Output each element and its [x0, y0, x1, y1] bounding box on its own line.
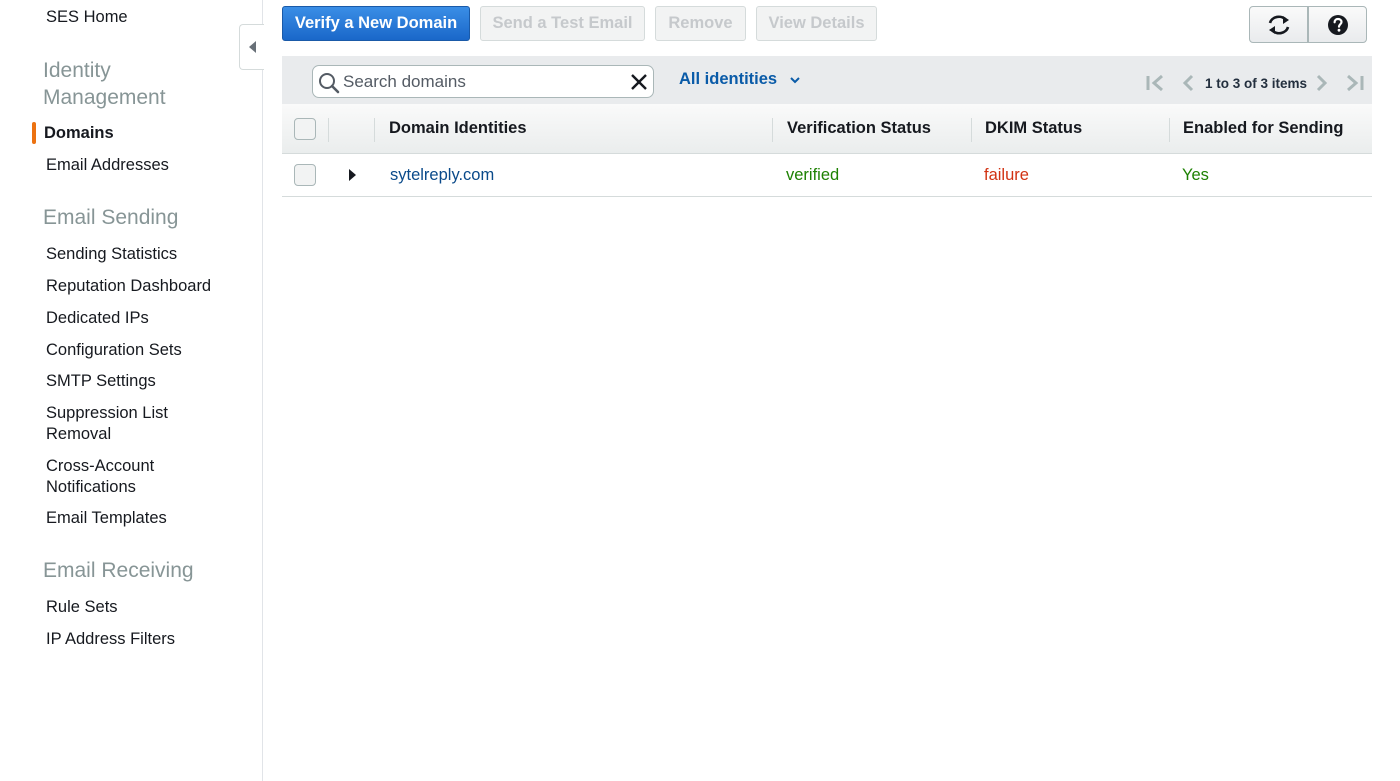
send-test-email-button[interactable]: Send a Test Email — [480, 6, 645, 41]
sidebar-section-title-line: Identity — [43, 59, 111, 82]
sidebar-item-label-line: Removal — [46, 425, 112, 443]
pagination-text: 1 to 3 of 3 items — [1205, 76, 1308, 91]
verify-domain-button[interactable]: Verify a New Domain — [282, 6, 470, 41]
column-divider — [1169, 118, 1170, 142]
sidebar-item-sending-statistics[interactable]: Sending Statistics — [46, 244, 177, 265]
sidebar-item-ses-home[interactable]: SES Home — [46, 7, 128, 28]
column-divider — [374, 118, 375, 142]
remove-button[interactable]: Remove — [655, 6, 746, 41]
refresh-button[interactable] — [1249, 6, 1308, 43]
column-header-verification-status[interactable]: Verification Status — [787, 119, 931, 138]
last-page-icon[interactable] — [1345, 74, 1365, 92]
chevron-left-icon — [248, 41, 256, 53]
column-header-domain-identities[interactable]: Domain Identities — [389, 119, 527, 138]
active-indicator — [32, 122, 36, 144]
filter-bar: All identities 1 to 3 of 3 items — [282, 56, 1372, 104]
column-divider — [971, 118, 972, 142]
sidebar-section-identity-management: Identity Management — [43, 57, 166, 111]
sidebar-section-title-line: Management — [43, 86, 166, 109]
column-header-dkim-status[interactable]: DKIM Status — [985, 119, 1082, 138]
sidebar-item-configuration-sets[interactable]: Configuration Sets — [46, 340, 182, 361]
sidebar-item-suppression-list-removal[interactable]: Suppression List Removal — [46, 403, 168, 445]
identity-filter-dropdown[interactable]: All identities — [679, 70, 801, 89]
sidebar-item-label-line: Notifications — [46, 478, 136, 496]
view-details-button[interactable]: View Details — [756, 6, 877, 41]
sidebar-item-email-addresses[interactable]: Email Addresses — [46, 155, 169, 176]
table-header: Domain Identities Verification Status DK… — [282, 104, 1372, 154]
column-header-enabled-for-sending[interactable]: Enabled for Sending — [1183, 119, 1343, 138]
column-divider — [772, 118, 773, 142]
row-checkbox[interactable] — [294, 164, 316, 186]
sidebar-section-email-sending: Email Sending — [43, 206, 179, 229]
sidebar-item-ip-address-filters[interactable]: IP Address Filters — [46, 629, 175, 650]
chevron-down-icon — [790, 76, 800, 83]
expand-row-icon[interactable] — [349, 169, 356, 181]
dkim-status: failure — [984, 166, 1029, 184]
help-icon — [1327, 14, 1348, 35]
sidebar-item-label-line: Suppression List — [46, 404, 168, 422]
domain-link[interactable]: sytelreply.com — [390, 166, 494, 185]
sidebar-item-cross-account-notifications[interactable]: Cross-Account Notifications — [46, 456, 154, 498]
refresh-icon — [1268, 14, 1289, 35]
sidebar: SES Home Identity Management Domains Ema… — [0, 0, 263, 781]
sidebar-item-reputation-dashboard[interactable]: Reputation Dashboard — [46, 276, 211, 297]
search-icon — [319, 73, 340, 94]
column-divider — [328, 118, 329, 142]
identity-filter-label: All identities — [679, 70, 778, 88]
enabled-for-sending: Yes — [1182, 166, 1209, 184]
sidebar-item-label-line: Cross-Account — [46, 457, 155, 475]
search-box — [312, 65, 654, 98]
sidebar-item-smtp-settings[interactable]: SMTP Settings — [46, 371, 156, 392]
verification-status: verified — [786, 166, 840, 184]
first-page-icon[interactable] — [1145, 74, 1165, 92]
sidebar-section-email-receiving: Email Receiving — [43, 559, 194, 582]
collapse-sidebar-button[interactable] — [239, 24, 264, 70]
sidebar-item-dedicated-ips[interactable]: Dedicated IPs — [46, 308, 149, 329]
sidebar-item-rule-sets[interactable]: Rule Sets — [46, 597, 118, 618]
select-all-checkbox[interactable] — [294, 118, 316, 140]
table-row[interactable]: sytelreply.com verified failure Yes — [282, 154, 1372, 197]
clear-search-icon[interactable] — [630, 73, 648, 91]
help-button[interactable] — [1308, 6, 1367, 43]
sidebar-item-email-templates[interactable]: Email Templates — [46, 508, 167, 529]
sidebar-item-domains[interactable]: Domains — [44, 123, 114, 144]
previous-page-icon[interactable] — [1181, 74, 1195, 92]
next-page-icon[interactable] — [1315, 74, 1329, 92]
search-input[interactable] — [343, 66, 623, 97]
